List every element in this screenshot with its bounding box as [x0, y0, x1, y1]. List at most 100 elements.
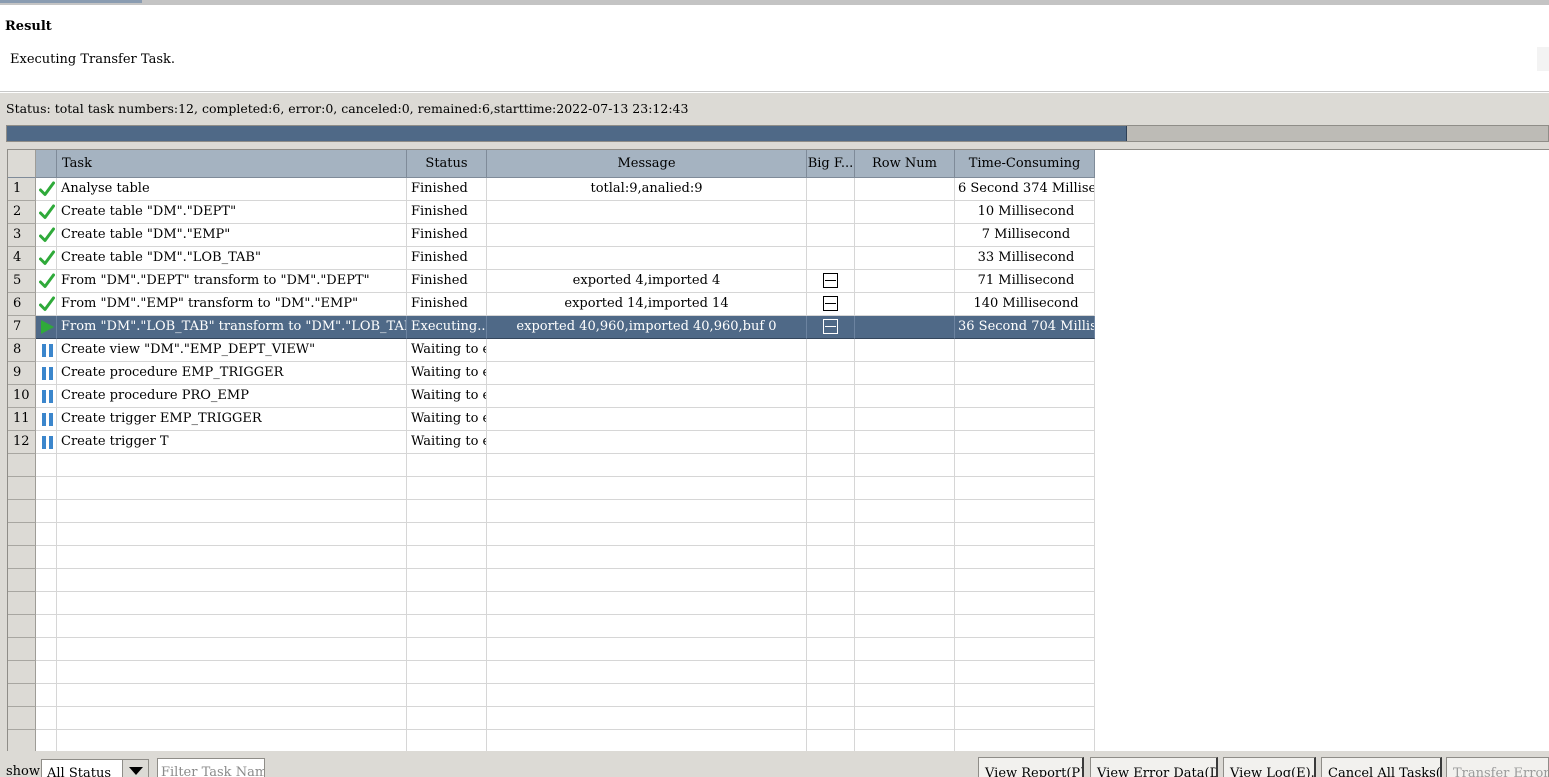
empty-row	[8, 592, 1549, 615]
time-consuming-cell	[955, 431, 1095, 454]
column-header-row-num[interactable]: Row Num	[855, 150, 955, 178]
message-cell: exported 4,imported 4	[487, 270, 807, 293]
empty-cell	[36, 477, 57, 500]
table-header: Task Status Message Big F... Row Num Tim…	[8, 150, 1095, 178]
task-cell: From "DM"."LOB_TAB" transform to "DM"."L…	[57, 316, 407, 339]
row-number: 1	[8, 178, 36, 201]
empty-row	[8, 707, 1549, 730]
big-field-cell	[807, 201, 855, 224]
message-cell	[487, 224, 807, 247]
transfer-error-tasks-button[interactable]: Transfer Error Tas	[1446, 757, 1549, 777]
column-header-task[interactable]: Task	[57, 150, 407, 178]
view-report-button[interactable]: View Report(P)...	[978, 757, 1084, 777]
empty-cell	[407, 523, 487, 546]
table-row[interactable]: 2 Create table "DM"."DEPT" Finished 10 Mill…	[8, 201, 1549, 224]
empty-cell	[407, 615, 487, 638]
corner-header[interactable]	[8, 150, 36, 178]
empty-cell	[807, 500, 855, 523]
empty-cell	[57, 638, 407, 661]
table-row[interactable]: 1 Analyse table Finished totlal:9,analied:9…	[8, 178, 1549, 201]
status-icon-cell	[36, 316, 57, 339]
status-filter-dropdown[interactable]: All Status	[41, 759, 149, 777]
big-field-icon[interactable]	[823, 273, 838, 288]
row-filler	[1095, 592, 1549, 615]
empty-cell	[57, 592, 407, 615]
column-header-time-consuming[interactable]: Time-Consuming	[955, 150, 1095, 178]
row-filler	[1095, 431, 1549, 454]
result-panel: Result Executing Transfer Task.	[0, 5, 1549, 92]
message-cell	[487, 201, 807, 224]
task-status-area: Status: total task numbers:12, completed…	[0, 93, 1549, 777]
dropdown-button[interactable]	[122, 760, 148, 777]
view-log-button[interactable]: View Log(E)...	[1223, 757, 1316, 777]
row-filler	[1095, 523, 1549, 546]
message-cell: totlal:9,analied:9	[487, 178, 807, 201]
icon-column-header[interactable]	[36, 150, 57, 178]
big-field-icon[interactable]	[823, 296, 838, 311]
empty-row	[8, 523, 1549, 546]
time-consuming-cell	[955, 339, 1095, 362]
empty-cell	[36, 684, 57, 707]
row-num-cell	[855, 270, 955, 293]
row-number: 10	[8, 385, 36, 408]
row-num-cell	[855, 385, 955, 408]
big-field-cell	[807, 362, 855, 385]
table-row[interactable]: 12 Create trigger TWaiting to e...	[8, 431, 1549, 454]
big-field-cell	[807, 247, 855, 270]
table-row[interactable]: 6 From "DM"."EMP" transform to "DM"."EMP"…	[8, 293, 1549, 316]
task-cell: Create table "DM"."LOB_TAB"	[57, 247, 407, 270]
time-consuming-cell: 71 Millisecond	[955, 270, 1095, 293]
table-body: 1 Analyse table Finished totlal:9,analied:9…	[8, 178, 1549, 751]
big-field-cell	[807, 224, 855, 247]
result-scroll-corner	[1537, 47, 1549, 71]
view-error-data-button[interactable]: View Error Data(D)...	[1090, 757, 1218, 777]
cancel-all-tasks-button[interactable]: Cancel All Tasks(S)	[1321, 757, 1442, 777]
empty-cell	[407, 592, 487, 615]
message-cell	[487, 339, 807, 362]
row-filler	[1095, 707, 1549, 730]
empty-cell	[57, 500, 407, 523]
row-number: 2	[8, 201, 36, 224]
task-name-filter-input[interactable]	[157, 758, 265, 777]
row-number	[8, 523, 36, 546]
empty-cell	[807, 592, 855, 615]
big-field-icon[interactable]	[823, 319, 838, 334]
column-header-message[interactable]: Message	[487, 150, 807, 178]
empty-cell	[955, 477, 1095, 500]
table-row[interactable]: 5 From "DM"."DEPT" transform to "DM"."DEP…	[8, 270, 1549, 293]
empty-cell	[487, 638, 807, 661]
empty-cell	[407, 638, 487, 661]
table-row[interactable]: 3 Create table "DM"."EMP" Finished 7 Millis…	[8, 224, 1549, 247]
empty-cell	[955, 592, 1095, 615]
message-cell	[487, 385, 807, 408]
status-cell: Executing...	[407, 316, 487, 339]
table-row[interactable]: 4 Create table "DM"."LOB_TAB" Finished 33 M…	[8, 247, 1549, 270]
empty-cell	[807, 546, 855, 569]
table-row[interactable]: 9 Create procedure EMP_TRIGGER Waiting to …	[8, 362, 1549, 385]
row-filler	[1095, 684, 1549, 707]
empty-cell	[487, 707, 807, 730]
message-cell	[487, 247, 807, 270]
empty-cell	[36, 707, 57, 730]
table-row[interactable]: 8 Create view "DM"."EMP_DEPT_VIEW" Waiting…	[8, 339, 1549, 362]
status-cell: Waiting to e...	[407, 339, 487, 362]
task-cell: Create procedure PRO_EMP	[57, 385, 407, 408]
row-filler	[1095, 362, 1549, 385]
empty-cell	[807, 454, 855, 477]
table-row[interactable]: 10 Create procedure PRO_EMPWaiting to e..…	[8, 385, 1549, 408]
empty-cell	[855, 661, 955, 684]
row-number: 12	[8, 431, 36, 454]
table-row[interactable]: 7 From "DM"."LOB_TAB" transform to "DM"."…	[8, 316, 1549, 339]
pause-icon	[42, 367, 53, 380]
column-header-status[interactable]: Status	[407, 150, 487, 178]
empty-cell	[955, 661, 1095, 684]
empty-cell	[855, 707, 955, 730]
pause-icon	[42, 436, 53, 449]
row-number	[8, 500, 36, 523]
table-row[interactable]: 11 Create trigger EMP_TRIGGERWaiting to e…	[8, 408, 1549, 431]
message-cell	[487, 431, 807, 454]
empty-row	[8, 546, 1549, 569]
time-consuming-cell: 140 Millisecond	[955, 293, 1095, 316]
status-icon-cell	[36, 201, 57, 224]
column-header-big-field[interactable]: Big F...	[807, 150, 855, 178]
